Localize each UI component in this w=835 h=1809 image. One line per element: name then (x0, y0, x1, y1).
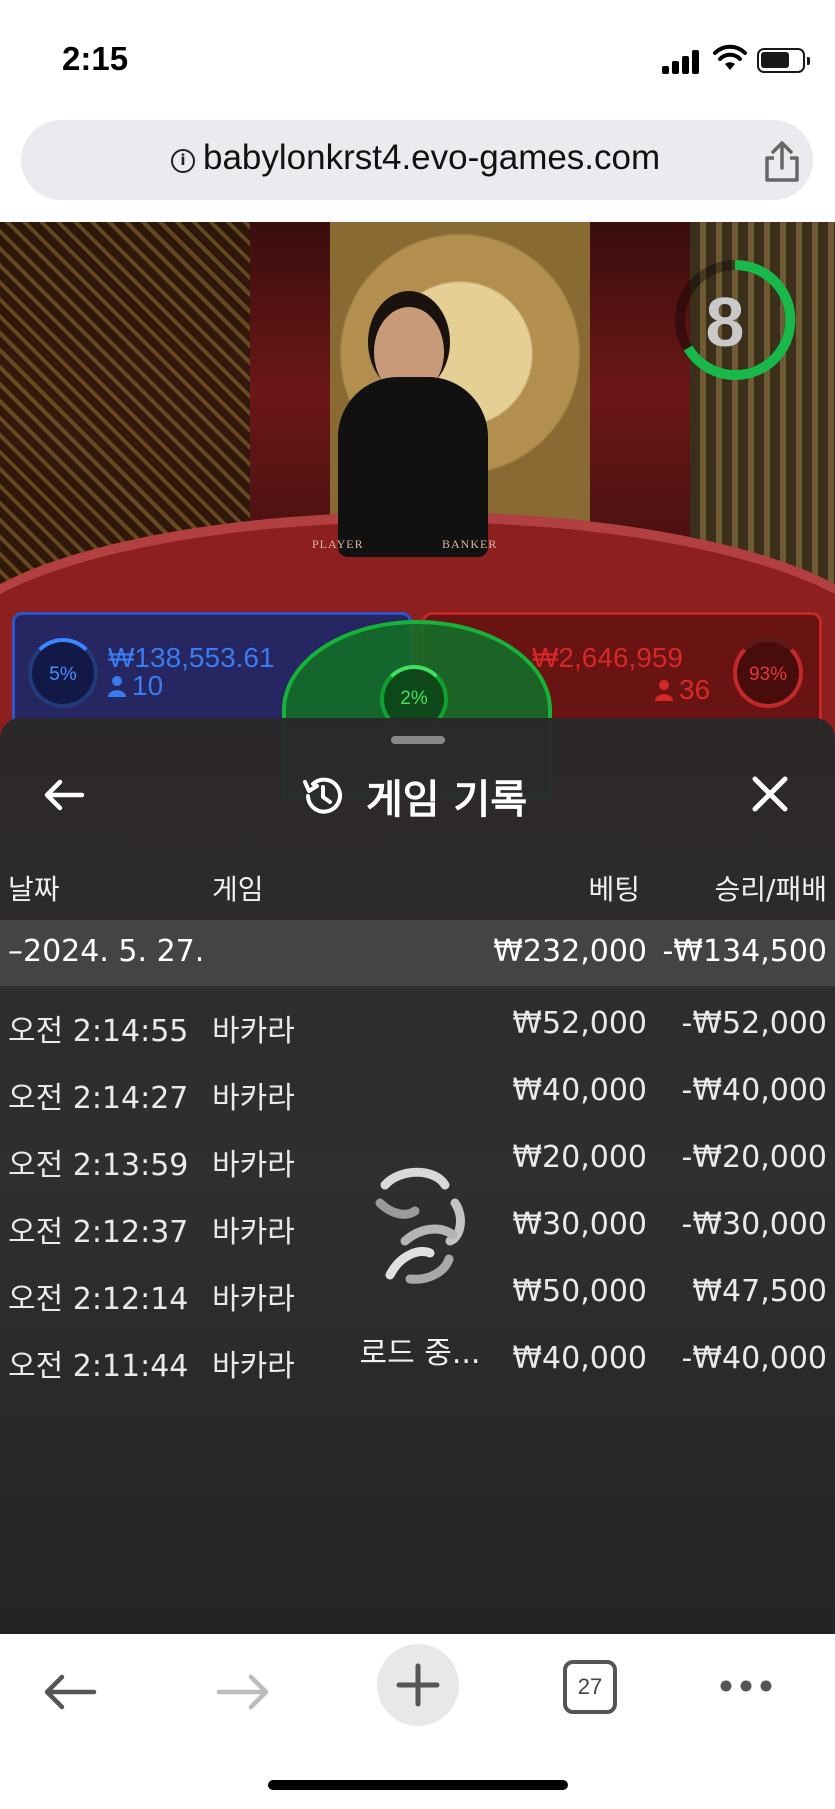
row-result: -₩52,000 (681, 1006, 827, 1041)
plus-icon (396, 1663, 440, 1707)
row-result: ₩47,500 (692, 1274, 827, 1309)
history-icon (303, 777, 342, 814)
banker-count-value: 36 (679, 674, 711, 705)
row-game: 바카라 (212, 1081, 295, 1116)
banker-percent: 93% (733, 638, 803, 708)
status-bar: 2:15 (0, 0, 835, 110)
banker-amount: ₩2,646,959 (532, 642, 683, 673)
row-result: -₩30,000 (681, 1207, 827, 1242)
column-header-date: 날짜 (8, 873, 60, 906)
column-header-result: 승리/패배 (714, 873, 827, 906)
url-text[interactable]: babylonkrst4.evo-games.com (203, 138, 660, 178)
more-icon[interactable] (718, 1678, 774, 1694)
table-label-player: PLAYER (312, 537, 364, 551)
row-game: 바카라 (212, 1148, 295, 1183)
row-bet: ₩52,000 (512, 1006, 647, 1041)
signal-icon (662, 50, 702, 74)
address-bar[interactable]: i babylonkrst4.evo-games.com (21, 120, 813, 200)
banker-count: 36 (655, 674, 710, 706)
history-row[interactable]: 오전 2:14:27 바카라 ₩40,000 -₩40,000 (0, 1063, 835, 1123)
loading-text: 로드 중... (359, 1336, 481, 1371)
row-time: 오전 2:12:14 (8, 1282, 189, 1317)
row-bet: ₩40,000 (512, 1073, 647, 1108)
info-icon[interactable]: i (171, 149, 195, 173)
sheet-header: 게임 기록 (300, 766, 527, 826)
row-game: 바카라 (212, 1349, 295, 1384)
row-time: 오전 2:12:37 (8, 1215, 189, 1250)
drag-handle[interactable] (391, 736, 445, 744)
date-group-row[interactable]: –2024. 5. 27. ₩232,000 -₩134,500 (0, 920, 835, 986)
share-icon[interactable] (761, 140, 803, 184)
row-bet: ₩40,000 (512, 1341, 647, 1376)
game-history-sheet: 게임 기록 날짜 게임 베팅 승리/패배 –2024. 5. 27. ₩232,… (0, 718, 835, 1634)
column-header-bet: 베팅 (588, 873, 640, 906)
loading-spinner-icon (375, 1167, 465, 1284)
row-time: 오전 2:14:27 (8, 1081, 189, 1116)
status-time: 2:15 (62, 40, 129, 77)
user-icon (108, 676, 126, 697)
row-result: -₩40,000 (681, 1073, 827, 1108)
wifi-icon (713, 44, 747, 70)
sheet-title: 게임 기록 (366, 777, 528, 823)
new-tab-button[interactable] (377, 1644, 459, 1726)
browser-toolbar: 27 (0, 1634, 835, 1809)
date-group-date: –2024. 5. 27. (8, 934, 205, 969)
back-arrow-icon[interactable] (42, 773, 86, 817)
close-icon[interactable] (748, 772, 792, 816)
date-group-result: -₩134,500 (662, 934, 827, 969)
tabs-button[interactable]: 27 (563, 1660, 617, 1714)
row-result: -₩20,000 (681, 1140, 827, 1175)
history-row[interactable]: 오전 2:14:55 바카라 ₩52,000 -₩52,000 (0, 996, 835, 1056)
forward-icon[interactable] (215, 1672, 271, 1712)
player-count-value: 10 (132, 670, 164, 701)
row-time: 오전 2:11:44 (8, 1349, 189, 1384)
column-header-game: 게임 (212, 873, 264, 906)
player-percent: 5% (28, 638, 98, 708)
row-bet: ₩20,000 (512, 1140, 647, 1175)
battery-icon (757, 48, 810, 73)
home-indicator (268, 1780, 568, 1790)
user-icon (655, 680, 673, 701)
row-bet: ₩30,000 (512, 1207, 647, 1242)
back-icon[interactable] (42, 1672, 98, 1712)
countdown-timer: 8 (705, 283, 745, 361)
dealer-body (338, 377, 488, 557)
row-game: 바카라 (212, 1215, 295, 1250)
row-result: -₩40,000 (681, 1341, 827, 1376)
table-label-banker: BANKER (442, 537, 498, 551)
player-count: 10 (108, 670, 163, 702)
row-game: 바카라 (212, 1014, 295, 1049)
row-game: 바카라 (212, 1282, 295, 1317)
row-time: 오전 2:14:55 (8, 1014, 189, 1049)
row-time: 오전 2:13:59 (8, 1148, 189, 1183)
date-group-bet: ₩232,000 (493, 934, 647, 969)
row-bet: ₩50,000 (512, 1274, 647, 1309)
